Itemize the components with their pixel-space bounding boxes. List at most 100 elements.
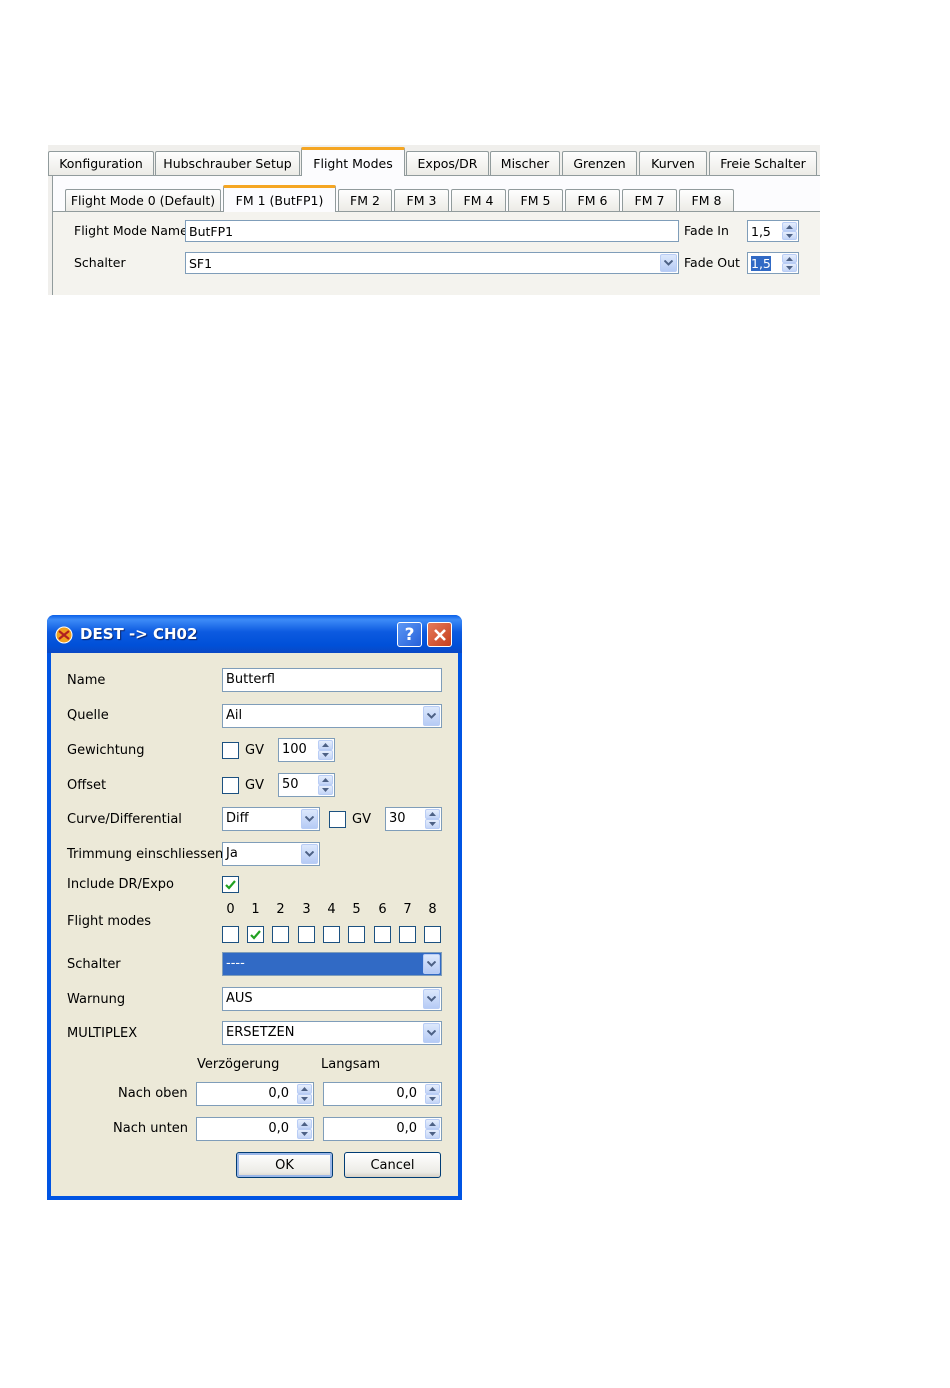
gewichtung-spinner[interactable]: [318, 740, 333, 760]
flight-mode-3-checkbox[interactable]: [298, 926, 315, 943]
offset-spinbox[interactable]: 50: [278, 773, 335, 797]
spin-up-icon[interactable]: [782, 254, 797, 263]
spin-down-icon[interactable]: [782, 231, 797, 240]
multiplex-dropdown[interactable]: ERSETZEN: [222, 1021, 442, 1045]
chevron-down-icon[interactable]: [660, 254, 677, 272]
title-bar[interactable]: DEST -> CH02 ?: [47, 615, 462, 653]
gewichtung-value: 100: [282, 742, 307, 757]
spin-up-icon[interactable]: [425, 1084, 440, 1094]
tab-fm-6[interactable]: FM 6: [565, 189, 620, 211]
spin-down-icon[interactable]: [782, 263, 797, 272]
gewichtung-spinbox[interactable]: 100: [278, 738, 335, 762]
tab-expos-dr[interactable]: Expos/DR: [406, 151, 489, 175]
spin-down-icon[interactable]: [318, 750, 333, 760]
flight-mode-8-checkbox[interactable]: [424, 926, 441, 943]
flight-mode-6-checkbox[interactable]: [374, 926, 391, 943]
delay-up-spinner[interactable]: [297, 1084, 312, 1104]
tab-fm-1[interactable]: FM 1 (ButFP1): [223, 185, 336, 212]
fade-out-spinbox[interactable]: 1,5: [747, 252, 799, 274]
tab-mischer[interactable]: Mischer: [490, 151, 560, 175]
chevron-down-icon[interactable]: [301, 809, 318, 829]
slow-up-value: 0,0: [396, 1086, 417, 1101]
spin-down-icon[interactable]: [425, 1094, 440, 1104]
tab-fm-5[interactable]: FM 5: [508, 189, 563, 211]
curve-value-spinbox[interactable]: 30: [385, 807, 442, 831]
flight-mode-number: 2: [276, 902, 285, 917]
tab-kurven[interactable]: Kurven: [639, 151, 707, 175]
include-dr-expo-checkbox[interactable]: [222, 876, 239, 893]
name-input[interactable]: Butterfl: [222, 668, 442, 692]
delay-down-value: 0,0: [268, 1121, 289, 1136]
flight-mode-name-input[interactable]: ButFP1: [185, 220, 679, 242]
cancel-button[interactable]: Cancel: [344, 1152, 441, 1178]
warnung-label: Warnung: [67, 992, 126, 1007]
offset-gv-checkbox[interactable]: [222, 777, 239, 794]
slow-up-spinner[interactable]: [425, 1084, 440, 1104]
tab-hubschrauber-setup[interactable]: Hubschrauber Setup: [155, 151, 300, 175]
tab-freie-schalter[interactable]: Freie Schalter: [709, 151, 817, 175]
tab-fm-7[interactable]: FM 7: [622, 189, 677, 211]
spin-down-icon[interactable]: [318, 785, 333, 795]
spin-up-icon[interactable]: [297, 1119, 312, 1129]
flight-mode-1-checkbox[interactable]: [247, 926, 264, 943]
delay-down-spinbox[interactable]: 0,0: [196, 1117, 314, 1141]
ok-button[interactable]: OK: [236, 1152, 333, 1178]
schalter-dropdown[interactable]: ----: [222, 952, 442, 976]
chevron-down-icon[interactable]: [423, 989, 440, 1009]
tab-flight-mode-0[interactable]: Flight Mode 0 (Default): [65, 189, 221, 211]
flight-mode-number: 7: [403, 902, 412, 917]
slow-down-spinbox[interactable]: 0,0: [323, 1117, 442, 1141]
curve-type-dropdown[interactable]: Diff: [222, 807, 320, 831]
slow-down-spinner[interactable]: [425, 1119, 440, 1139]
flight-mode-4-checkbox[interactable]: [323, 926, 340, 943]
spin-up-icon[interactable]: [318, 740, 333, 750]
warnung-dropdown[interactable]: AUS: [222, 987, 442, 1011]
flight-mode-5-checkbox[interactable]: [348, 926, 365, 943]
trim-dropdown[interactable]: Ja: [222, 842, 320, 866]
schalter-dropdown[interactable]: SF1: [185, 252, 679, 274]
delay-up-spinbox[interactable]: 0,0: [196, 1082, 314, 1106]
flight-mode-0-checkbox[interactable]: [222, 926, 239, 943]
offset-spinner[interactable]: [318, 775, 333, 795]
curve-gv-label: GV: [352, 812, 371, 827]
slow-up-spinbox[interactable]: 0,0: [323, 1082, 442, 1106]
checkmark-icon: [225, 879, 236, 890]
flight-mode-7-checkbox[interactable]: [399, 926, 416, 943]
tab-fm-3[interactable]: FM 3: [394, 189, 449, 211]
fade-in-value: 1,5: [751, 224, 771, 239]
app-icon: [55, 626, 73, 644]
quelle-dropdown[interactable]: Ail: [222, 704, 442, 728]
spin-up-icon[interactable]: [425, 809, 440, 819]
tab-konfiguration[interactable]: Konfiguration: [48, 151, 154, 175]
curve-gv-checkbox[interactable]: [329, 811, 346, 828]
spin-up-icon[interactable]: [318, 775, 333, 785]
fade-in-spinner[interactable]: [782, 222, 797, 240]
tab-flight-modes[interactable]: Flight Modes: [301, 147, 405, 176]
spin-down-icon[interactable]: [297, 1094, 312, 1104]
curve-value-spinner[interactable]: [425, 809, 440, 829]
chevron-down-icon[interactable]: [423, 706, 440, 726]
chevron-down-icon[interactable]: [423, 954, 440, 974]
close-icon: [433, 628, 446, 641]
spin-up-icon[interactable]: [782, 222, 797, 231]
spin-up-icon[interactable]: [425, 1119, 440, 1129]
fade-out-spinner[interactable]: [782, 254, 797, 272]
flight-mode-2-checkbox[interactable]: [272, 926, 289, 943]
tab-grenzen[interactable]: Grenzen: [562, 151, 637, 175]
help-button[interactable]: ?: [397, 622, 422, 647]
spin-down-icon[interactable]: [297, 1129, 312, 1139]
tab-fm-2[interactable]: FM 2: [338, 189, 392, 211]
offset-value: 50: [282, 777, 299, 792]
spin-down-icon[interactable]: [425, 1129, 440, 1139]
tab-fm-4[interactable]: FM 4: [451, 189, 506, 211]
gewichtung-gv-checkbox[interactable]: [222, 742, 239, 759]
help-icon: ?: [404, 624, 415, 645]
spin-up-icon[interactable]: [297, 1084, 312, 1094]
tab-fm-8[interactable]: FM 8: [679, 189, 734, 211]
spin-down-icon[interactable]: [425, 819, 440, 829]
chevron-down-icon[interactable]: [423, 1023, 440, 1043]
fade-in-spinbox[interactable]: 1,5: [747, 220, 799, 242]
close-button[interactable]: [427, 622, 452, 647]
delay-down-spinner[interactable]: [297, 1119, 312, 1139]
chevron-down-icon[interactable]: [301, 844, 318, 864]
